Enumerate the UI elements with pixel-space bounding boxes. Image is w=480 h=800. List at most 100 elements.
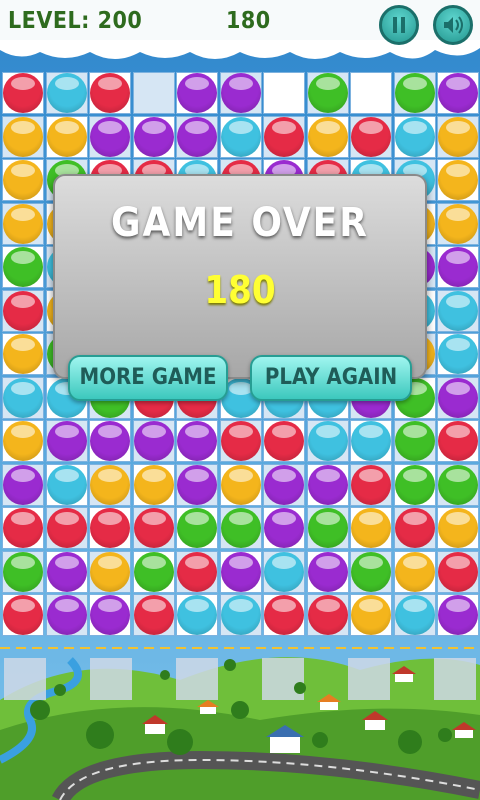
board-cell[interactable] (350, 115, 392, 158)
board-cell[interactable] (393, 115, 436, 158)
board-cell[interactable] (132, 507, 175, 549)
board-cell[interactable] (132, 463, 175, 506)
board-cell[interactable] (2, 376, 44, 419)
board-cell[interactable] (393, 550, 436, 593)
speaker-icon (444, 16, 463, 34)
board-cell[interactable] (45, 550, 88, 593)
board-cell[interactable] (306, 115, 349, 158)
board-cell[interactable] (263, 420, 305, 462)
board-cell[interactable] (2, 507, 44, 549)
board-cell[interactable] (89, 507, 131, 549)
board-cell[interactable] (350, 420, 392, 462)
board-cell[interactable] (176, 115, 218, 158)
red-ball (438, 551, 478, 592)
board-cell[interactable] (437, 550, 479, 593)
board-cell[interactable] (350, 594, 392, 636)
board-cell[interactable] (437, 72, 479, 114)
board-cell[interactable] (263, 463, 305, 506)
board-cell[interactable] (306, 550, 349, 593)
board-cell[interactable] (89, 420, 131, 462)
board-cell[interactable] (176, 507, 218, 549)
board-cell[interactable] (219, 550, 262, 593)
board-cell[interactable] (2, 420, 44, 462)
board-cell[interactable] (2, 289, 44, 332)
board-cell[interactable] (219, 115, 262, 158)
board-cell[interactable] (219, 72, 262, 114)
board-cell[interactable] (89, 72, 131, 114)
board-cell[interactable] (176, 420, 218, 462)
board-cell[interactable] (437, 594, 479, 636)
board-cell[interactable] (437, 333, 479, 375)
red-ball (351, 464, 391, 505)
board-cell[interactable] (45, 463, 88, 506)
yellow-ball (351, 595, 391, 635)
board-cell[interactable] (437, 202, 479, 245)
board-cell[interactable] (45, 507, 88, 549)
board-cell[interactable] (2, 594, 44, 636)
board-cell[interactable] (437, 159, 479, 201)
board-cell[interactable] (306, 463, 349, 506)
board-cell[interactable] (306, 594, 349, 636)
board-cell[interactable] (176, 72, 218, 114)
board-cell[interactable] (89, 115, 131, 158)
board-cell[interactable] (437, 463, 479, 506)
board-cell[interactable] (176, 463, 218, 506)
board-cell[interactable] (437, 289, 479, 332)
board-cell[interactable] (219, 594, 262, 636)
board-cell[interactable] (393, 72, 436, 114)
board-cell[interactable] (2, 202, 44, 245)
more-game-button[interactable]: MORE GAME (68, 355, 228, 401)
green-ball (220, 508, 261, 548)
board-cell[interactable] (89, 463, 131, 506)
board-cell[interactable] (306, 507, 349, 549)
board-cell[interactable] (45, 594, 88, 636)
board-cell[interactable] (2, 72, 44, 114)
board-cell[interactable] (2, 550, 44, 593)
board-cell[interactable] (2, 333, 44, 375)
board-cell[interactable] (132, 420, 175, 462)
board-cell[interactable] (219, 507, 262, 549)
board-cell[interactable] (263, 550, 305, 593)
board-cell[interactable] (2, 159, 44, 201)
board-cell[interactable] (45, 72, 88, 114)
board-cell[interactable] (2, 115, 44, 158)
board-cell[interactable] (263, 72, 305, 114)
board-cell[interactable] (350, 550, 392, 593)
board-cell[interactable] (263, 594, 305, 636)
board-cell[interactable] (437, 507, 479, 549)
board-cell[interactable] (437, 420, 479, 462)
board-cell[interactable] (176, 550, 218, 593)
board-cell[interactable] (176, 594, 218, 636)
board-cell[interactable] (350, 463, 392, 506)
board-cell[interactable] (45, 420, 88, 462)
board-cell[interactable] (306, 72, 349, 114)
board-cell[interactable] (393, 507, 436, 549)
board-cell[interactable] (393, 420, 436, 462)
sound-button[interactable] (433, 5, 473, 45)
purple-ball (3, 464, 43, 505)
board-cell[interactable] (219, 420, 262, 462)
board-cell[interactable] (45, 115, 88, 158)
board-cell[interactable] (219, 463, 262, 506)
board-cell[interactable] (2, 463, 44, 506)
board-cell[interactable] (350, 72, 392, 114)
board-cell[interactable] (437, 115, 479, 158)
board-cell[interactable] (306, 420, 349, 462)
board-cell[interactable] (393, 594, 436, 636)
board-cell[interactable] (132, 594, 175, 636)
yellow-ball (46, 116, 87, 157)
board-cell[interactable] (350, 507, 392, 549)
pause-button[interactable] (379, 5, 419, 45)
board-cell[interactable] (2, 246, 44, 288)
board-cell[interactable] (437, 376, 479, 419)
board-cell[interactable] (437, 246, 479, 288)
play-again-button[interactable]: PLAY AGAIN (250, 355, 412, 401)
board-cell[interactable] (263, 115, 305, 158)
board-cell[interactable] (393, 463, 436, 506)
board-cell[interactable] (132, 550, 175, 593)
board-cell[interactable] (132, 72, 175, 114)
board-cell[interactable] (132, 115, 175, 158)
board-cell[interactable] (89, 550, 131, 593)
board-cell[interactable] (263, 507, 305, 549)
board-cell[interactable] (89, 594, 131, 636)
